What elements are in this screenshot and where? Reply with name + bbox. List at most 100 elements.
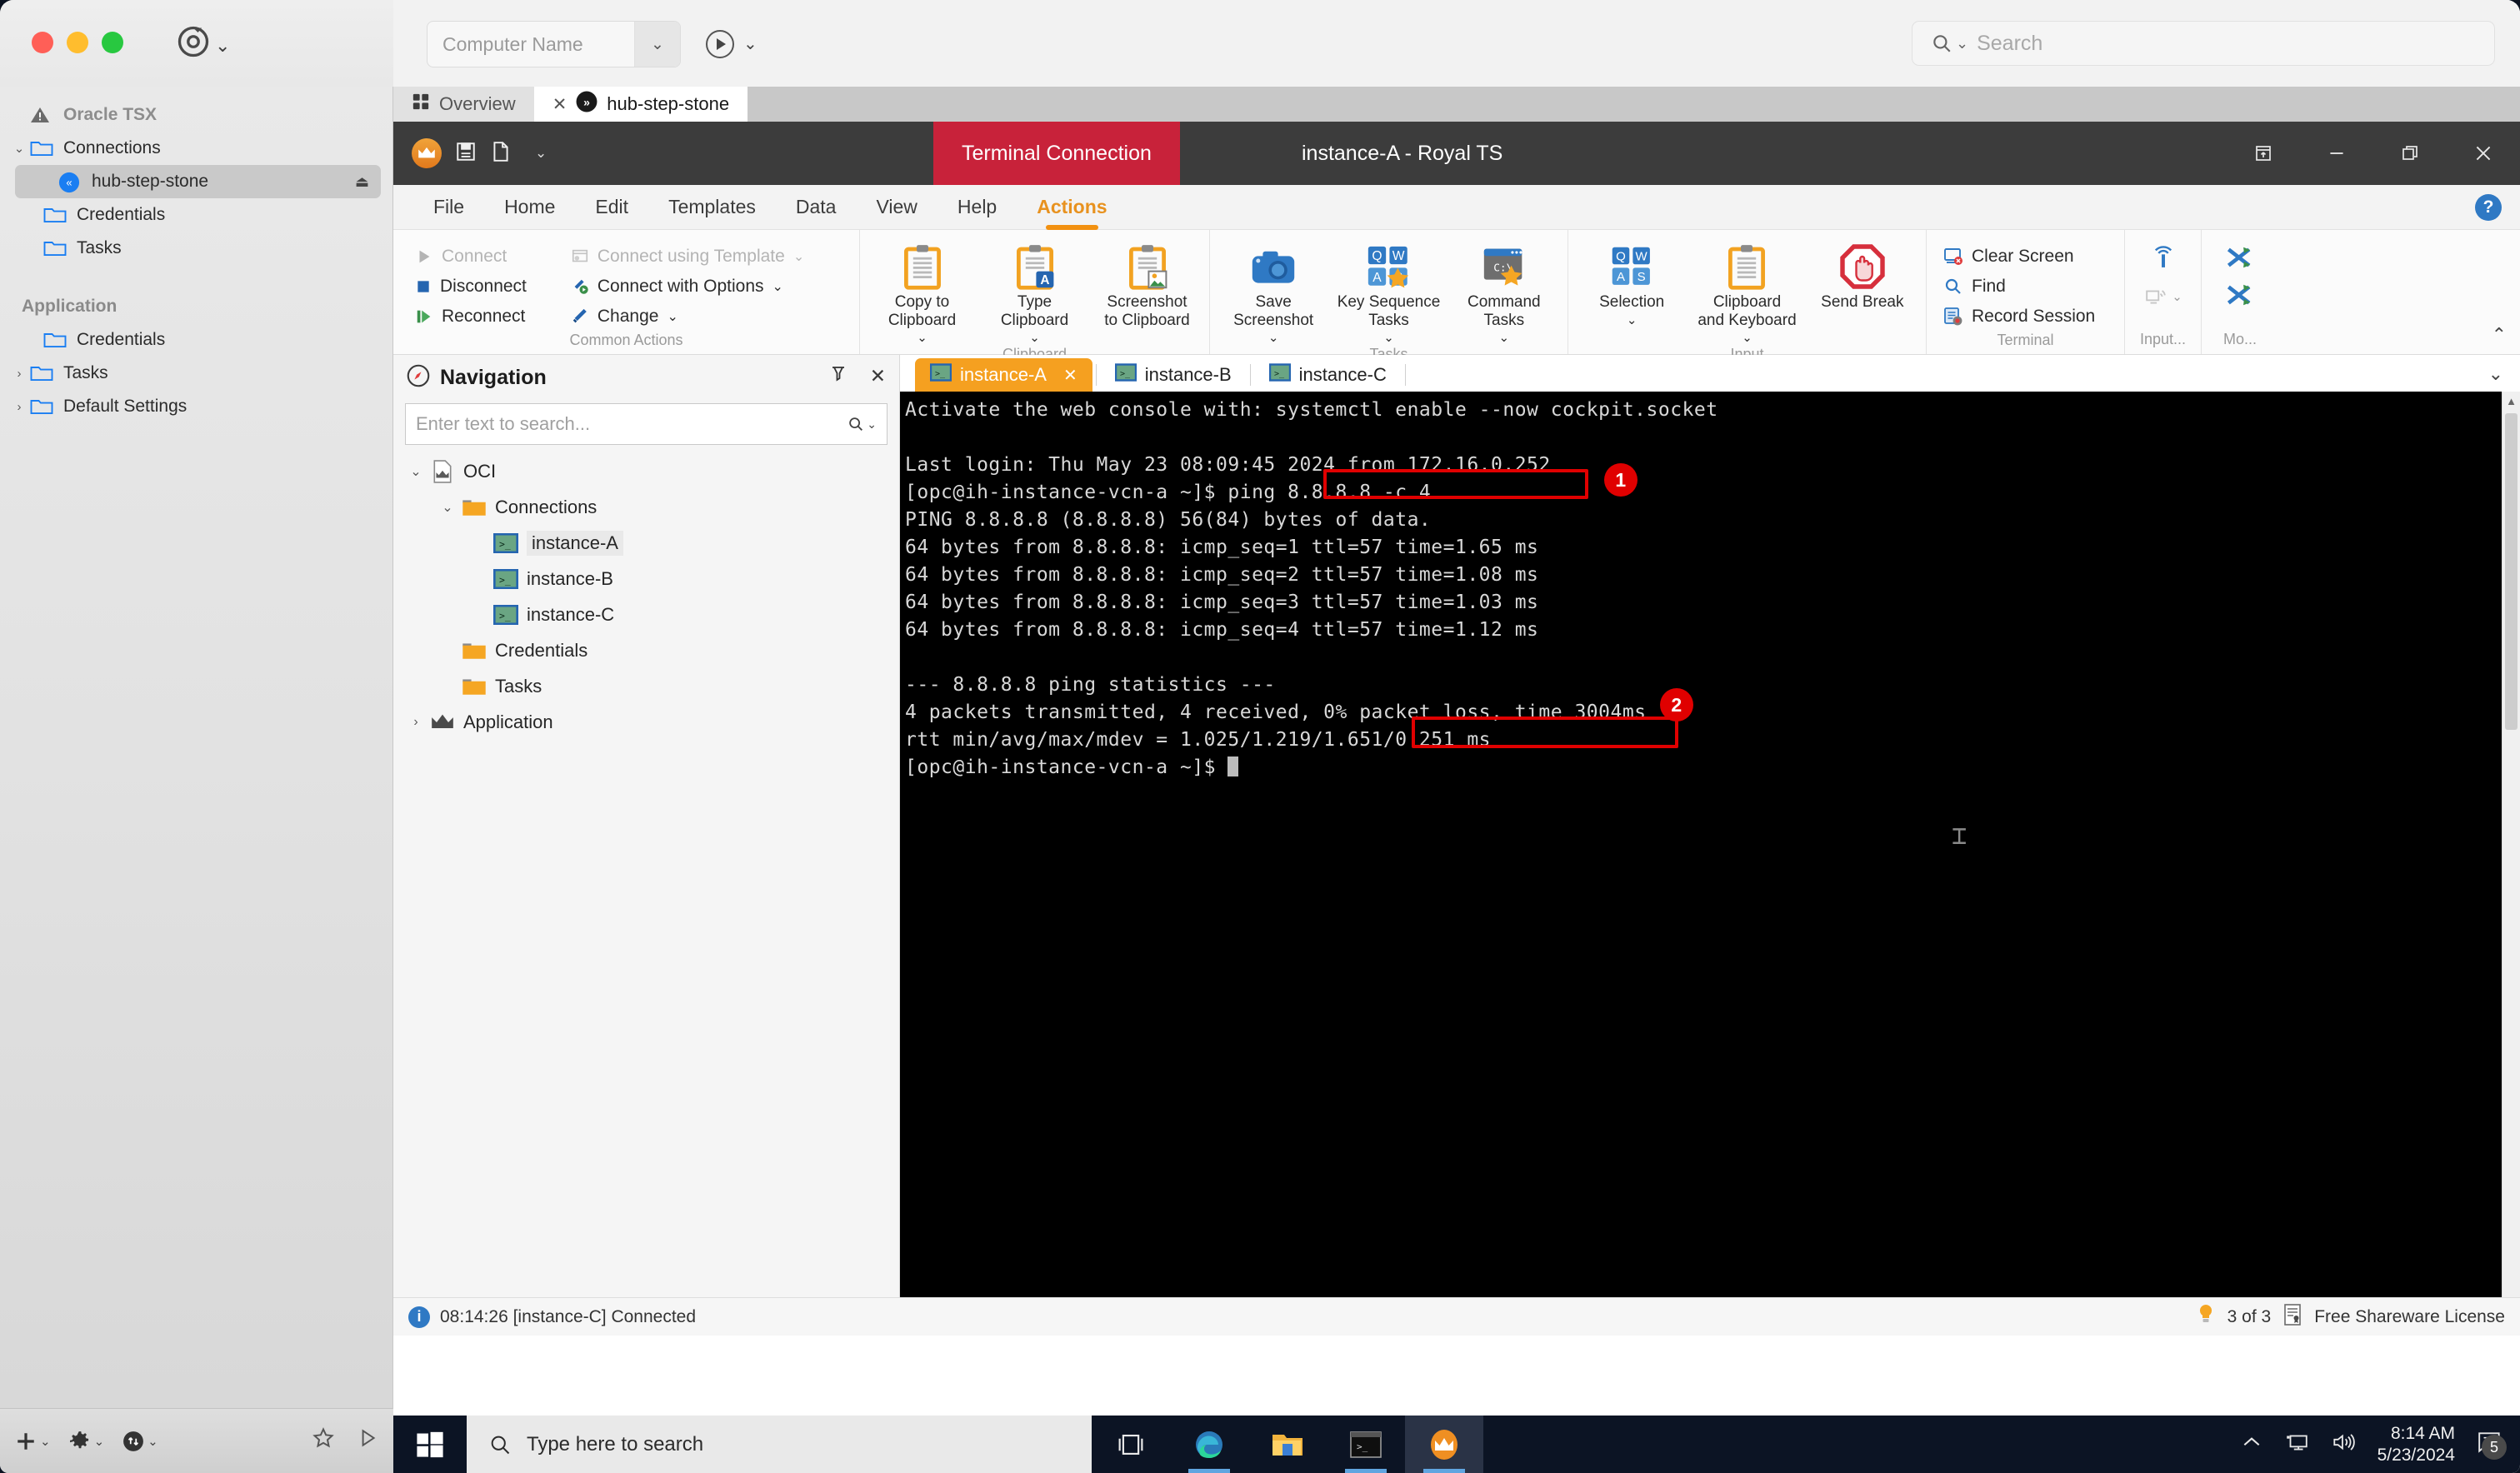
volume-icon[interactable] <box>2331 1431 2356 1457</box>
close-window-button[interactable] <box>32 32 53 53</box>
record-session-button[interactable]: Record Session <box>1943 302 2105 332</box>
navigation-search-input[interactable]: Enter text to search... <box>416 413 847 435</box>
notification-icon[interactable]: 5 <box>2477 1431 2507 1460</box>
magnifier-dropdown-icon[interactable]: ⌄ <box>847 415 877 433</box>
key-sequence-tasks-button[interactable]: QWAS Key Sequence Tasks ⌄ <box>1337 240 1440 346</box>
close-icon[interactable] <box>2447 122 2520 185</box>
settings-button[interactable]: ⌄ <box>69 1431 104 1452</box>
chevron-down-icon[interactable]: ⌄ <box>917 331 928 346</box>
add-button[interactable]: ⌄ <box>15 1431 51 1452</box>
menu-file[interactable]: File <box>413 185 484 230</box>
file-explorer-icon[interactable] <box>1248 1416 1327 1473</box>
change-button[interactable]: Change ⌄ <box>561 302 814 332</box>
chevron-down-icon[interactable]: ⌄ <box>2488 363 2503 385</box>
chevron-down-icon[interactable]: ⌄ <box>1627 313 1638 328</box>
type-clipboard-button[interactable]: A Type Clipboard ⌄ <box>984 240 1085 346</box>
sidebar-root-oracle-tsx[interactable]: Oracle TSX <box>0 98 392 132</box>
tree-item-instance-b[interactable]: >_ instance-B <box>393 561 899 597</box>
auto-hide-pin-icon[interactable] <box>828 365 848 390</box>
broadcast-input-icon[interactable] <box>2149 245 2178 277</box>
connect-play-button[interactable] <box>706 30 734 58</box>
maximize-window-button[interactable] <box>102 32 123 53</box>
chevron-down-icon[interactable]: ⌄ <box>634 22 680 67</box>
sidebar-item-app-credentials[interactable]: Credentials <box>0 323 392 357</box>
save-screenshot-button[interactable]: Save Screenshot ⌄ <box>1222 240 1325 346</box>
chevron-down-icon[interactable]: ⌄ <box>2172 289 2182 304</box>
navigation-search-box[interactable]: Enter text to search... ⌄ <box>405 403 888 445</box>
new-document-icon[interactable] <box>490 141 512 167</box>
royalts-icon[interactable] <box>1405 1416 1483 1473</box>
tree-item-instance-c[interactable]: >_ instance-C <box>393 597 899 632</box>
maximize-icon[interactable] <box>2373 122 2447 185</box>
chevron-up-icon[interactable] <box>2241 1434 2262 1455</box>
rdp-search-box[interactable]: ⌄ Search <box>1912 21 2495 66</box>
target-dropdown-caret-icon[interactable]: ⌄ <box>215 35 230 57</box>
sidebar-item-default-settings[interactable]: › Default Settings <box>0 390 392 423</box>
transfer-button[interactable]: ⌄ <box>122 1431 158 1452</box>
chevron-down-icon[interactable]: ⌄ <box>1268 331 1279 346</box>
chevron-down-icon[interactable]: ⌄ <box>1956 35 1968 52</box>
shuffle-icon[interactable] <box>2226 245 2254 274</box>
sidebar-item-app-tasks[interactable]: › Tasks <box>0 357 392 390</box>
taskbar-search-box[interactable]: Type here to search <box>467 1416 1092 1473</box>
ribbon-collapse-icon[interactable]: ⌃ <box>2492 324 2507 346</box>
tree-item-application[interactable]: › Application <box>393 704 899 740</box>
help-icon[interactable]: ? <box>2475 194 2502 221</box>
minimize-icon[interactable] <box>2300 122 2373 185</box>
chevron-down-icon[interactable]: ⌄ <box>435 499 460 516</box>
connect-button[interactable]: Connect <box>405 242 537 272</box>
chevron-down-icon[interactable]: ⌄ <box>8 141 30 156</box>
terminal-screen[interactable]: Activate the web console with: systemctl… <box>900 392 2502 1297</box>
screenshot-to-clipboard-button[interactable]: Screenshot to Clipboard <box>1097 240 1198 331</box>
copy-to-clipboard-button[interactable]: Copy to Clipboard ⌄ <box>872 240 972 346</box>
clear-screen-button[interactable]: Clear Screen <box>1943 242 2105 272</box>
reconnect-button[interactable]: Reconnect <box>405 302 537 332</box>
window-traffic-lights[interactable] <box>32 32 123 53</box>
menu-help[interactable]: Help <box>938 185 1017 230</box>
connect-with-options-button[interactable]: Connect with Options ⌄ <box>561 272 814 302</box>
selection-button[interactable]: QWAS Selection ⌄ <box>1580 240 1683 328</box>
eject-icon[interactable]: ⏏ <box>355 173 369 191</box>
tree-item-instance-a[interactable]: >_ instance-A <box>393 525 899 561</box>
favorite-star-icon[interactable] <box>312 1426 335 1456</box>
tree-item-credentials[interactable]: Credentials <box>393 632 899 668</box>
chevron-down-icon[interactable]: ⌄ <box>667 308 678 325</box>
menu-view[interactable]: View <box>856 185 937 230</box>
chevron-down-icon[interactable]: ⌄ <box>40 1434 51 1449</box>
save-icon[interactable] <box>455 141 477 167</box>
chevron-down-icon[interactable]: ⌄ <box>793 248 804 265</box>
computer-name-combo[interactable]: Computer Name ⌄ <box>427 21 681 67</box>
connect-using-template-button[interactable]: Connect using Template ⌄ <box>561 242 814 272</box>
clipboard-and-keyboard-button[interactable]: Clipboard and Keyboard ⌄ <box>1695 240 1798 346</box>
chevron-down-icon[interactable]: ⌄ <box>1742 331 1752 346</box>
chevron-down-icon[interactable]: ⌄ <box>403 463 428 480</box>
menu-edit[interactable]: Edit <box>575 185 648 230</box>
windows-start-button[interactable] <box>393 1416 467 1473</box>
restore-up-icon[interactable] <box>2227 122 2300 185</box>
close-icon[interactable]: ✕ <box>1063 365 1078 386</box>
chevron-right-icon[interactable]: › <box>403 715 428 730</box>
network-icon[interactable] <box>2284 1431 2309 1457</box>
menu-templates[interactable]: Templates <box>648 185 776 230</box>
sidebar-item-tasks[interactable]: Tasks <box>0 232 392 265</box>
chevron-right-icon[interactable]: › <box>8 400 30 414</box>
scroll-up-arrow-icon[interactable]: ▲ <box>2502 392 2520 410</box>
terminal-tab-instance-a[interactable]: >_ instance-A ✕ <box>915 358 1092 392</box>
target-reload-icon[interactable] <box>175 23 212 60</box>
terminal-tab-instance-b[interactable]: >_ instance-B <box>1100 358 1247 392</box>
shuffle-icon-2[interactable] <box>2226 282 2254 312</box>
customize-caret-icon[interactable]: ⌄ <box>535 145 547 162</box>
taskbar-clock[interactable]: 8:14 AM 5/23/2024 <box>2378 1423 2455 1466</box>
broadcast-screen-button[interactable]: ⌄ <box>2143 286 2182 307</box>
crown-icon[interactable] <box>412 138 442 168</box>
minimize-window-button[interactable] <box>67 32 88 53</box>
taskbar-search-input[interactable]: Type here to search <box>527 1433 703 1456</box>
sidebar-item-hub-step-stone[interactable]: « hub-step-stone ⏏ <box>15 165 381 198</box>
rdp-tab-overview[interactable]: Overview <box>393 87 534 122</box>
terminal-tab-instance-c[interactable]: >_ instance-C <box>1254 358 1402 392</box>
scrollbar-thumb[interactable] <box>2505 413 2518 730</box>
chevron-down-icon[interactable]: ⌄ <box>743 33 758 54</box>
sidebar-item-connections[interactable]: ⌄ Connections <box>0 132 392 165</box>
close-icon[interactable]: ✕ <box>870 365 886 390</box>
terminal-icon[interactable]: >_ <box>1327 1416 1405 1473</box>
